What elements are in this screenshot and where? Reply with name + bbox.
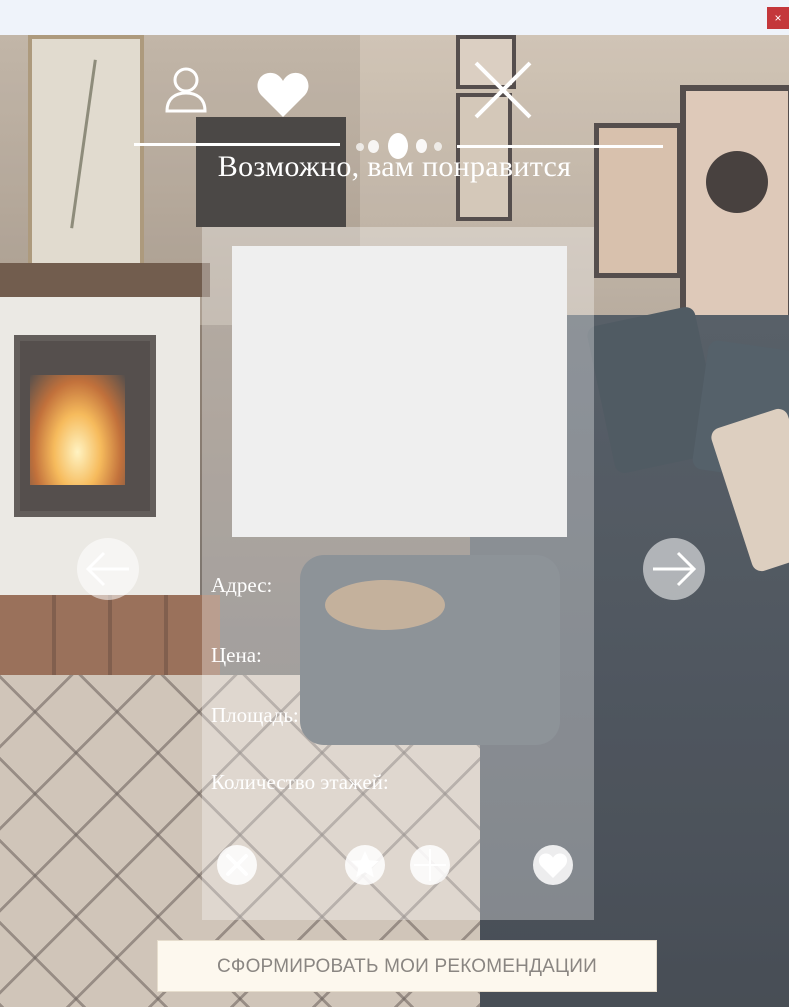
top-navigation [0, 35, 789, 159]
window-close-button[interactable]: × [767, 7, 789, 29]
address-label: Адрес: [211, 573, 273, 597]
add-button[interactable] [410, 845, 450, 885]
nav-divider-right [457, 145, 663, 148]
heart-icon [538, 853, 568, 878]
arrow-left-icon [85, 551, 129, 587]
close-icon[interactable] [472, 60, 534, 120]
next-button[interactable] [643, 538, 705, 600]
property-card: Адрес: Цена: Площадь: Количество этажей: [202, 227, 594, 920]
property-photo [232, 246, 567, 537]
like-button[interactable] [533, 845, 573, 885]
arrow-right-icon [653, 551, 697, 587]
area-label: Площадь: [211, 703, 299, 727]
favorite-button[interactable] [345, 845, 385, 885]
nav-divider-left [134, 143, 340, 146]
generate-recommendations-button[interactable]: СФОРМИРОВАТЬ МОИ РЕКОМЕНДАЦИИ [157, 940, 657, 992]
price-label: Цена: [211, 643, 262, 667]
star-icon [351, 851, 379, 878]
heart-icon[interactable] [256, 71, 310, 119]
user-icon[interactable] [163, 65, 209, 115]
page-title: Возможно, вам понравится [217, 150, 572, 183]
reject-icon [226, 854, 248, 876]
plus-icon [414, 849, 446, 881]
reject-button[interactable] [217, 845, 257, 885]
window-titlebar: × [0, 0, 789, 35]
floors-label: Количество этажей: [211, 770, 389, 794]
previous-button[interactable] [77, 538, 139, 600]
